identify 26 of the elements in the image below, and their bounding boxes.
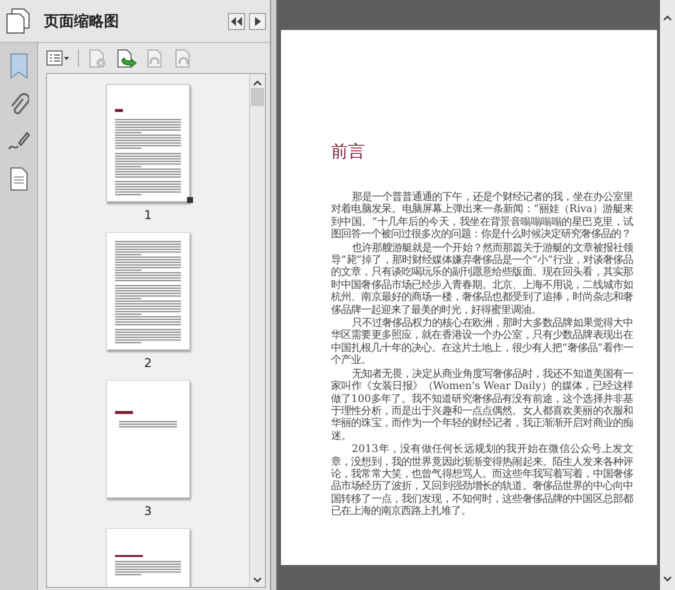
double-left-arrow-icon: [231, 16, 242, 26]
expand-button[interactable]: [249, 12, 266, 30]
list-options-icon: [46, 50, 70, 66]
page-number: 2: [144, 356, 152, 372]
tool-button[interactable]: [115, 48, 137, 68]
page-thumbnail[interactable]: [106, 232, 190, 350]
collapse-button[interactable]: [228, 12, 245, 30]
panel-title: 页面缩略图: [42, 12, 120, 30]
page-number: 3: [144, 504, 152, 520]
page-insert-icon: [115, 48, 137, 68]
pages-icon[interactable]: [6, 8, 30, 34]
page-thumbnail[interactable]: [106, 84, 190, 202]
page-delete-icon: [87, 48, 107, 68]
page-heading: 前言: [331, 141, 366, 163]
body-paragraph: 也许那艘游艇就是一个开始？然而那篇关于游艇的文章被报社领导“毙”掉了，那时财经媒体嫌弃奢侈品是一个“小”行业，对谈奢侈品的文章，只有谈吃喝玩乐的副刊愿意给些版面。现在回头看，其实那时中国奢侈品市场已经步入青春期。北京、上海不用说，二线城市如杭州、南京最好的商场一楼，奢侈品也都受到了追捧，时尚杂志和奢侈品牌一起迎来了最美的时光，好得蜜里调油。: [331, 242, 633, 316]
scrollbar-thumb[interactable]: [251, 88, 264, 106]
options-button[interactable]: [46, 50, 70, 66]
paperclip-icon[interactable]: [8, 93, 28, 117]
body-paragraph: 2013年，没有做任何长远规划的我开始在微信公众号上发文章，没想到，我的世界竟因此渐渐变得热闹起来。陌生人发来各种评论，我常常大笑，也曾气得想骂人。而这些年我写着写着，中国奢侈品市场经历了波折，又回到强劲增长的轨道。奢侈品世界的中心向中国转移了一点，我们发现，不知何时，这些奢侈品牌的中国区总部都已在上海的南京西路上扎堆了。: [331, 443, 633, 518]
body-paragraph: 那是一个普普通通的下午，还是个财经记者的我，坐在办公室里对着电脑发呆。电脑屏幕上弹出来一条新闻：“丽娃（Riva）游艇来到中国。”十几年后的今天，我坐在背景音嗡嗡嗡嗡的星巴克里，试图回答一个被问过很多次的问题：你是什么时候决定研究奢侈品的？: [331, 191, 633, 241]
body-paragraph: 只不过奢侈品权力的核心在欧洲，那时大多数品牌如果觉得大中华区需要更多照应，就在香港设一个办公室，只有少数品牌表现出在中国扎根几十年的决心。在这片土地上，很少有人把“奢侈品”看作一个产业。: [331, 317, 633, 367]
body-paragraph: 无知者无畏，决定从商业角度写奢侈品时，我还不知道美国有一家叫作《女装日报》（Women's Wear Daily）的媒体，已经这样做了100多年了。我不知道研究奢侈品有没有前途，这个选择并非基于理性分析，而是出于兴趣和一点点偶然。女人都喜欢美丽的衣服和华丽的珠宝，而作为一个年轻的财经记者，我正渐渐开启对商业的痴迷。: [331, 368, 633, 442]
document-icon[interactable]: [8, 167, 28, 191]
page-thumbnail[interactable]: [106, 380, 190, 498]
page-number: 1: [144, 208, 152, 224]
right-arrow-icon: [254, 16, 260, 26]
